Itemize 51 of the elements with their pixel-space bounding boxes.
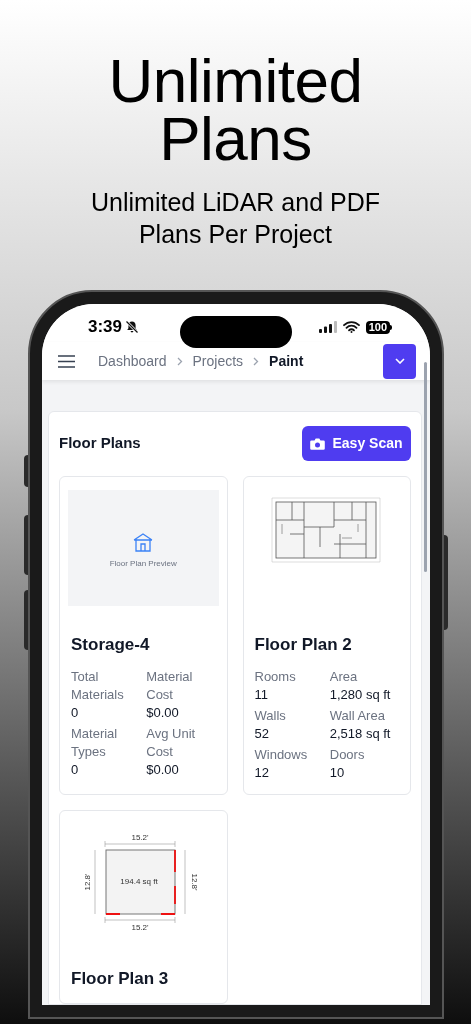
stat-label: Windows (254, 745, 309, 764)
stat-label: Material Cost (146, 667, 194, 704)
stat-value: 1,280 sq ft (329, 685, 392, 704)
bell-slash-icon (125, 320, 140, 335)
section-title: Floor Plans (59, 433, 141, 454)
area-label: 194.4 sq ft (120, 876, 158, 886)
stat-value: 2,518 sq ft (329, 724, 392, 743)
stat-value: 0 (71, 703, 80, 722)
camera-icon (310, 437, 326, 450)
headline: Unlimited Plans (107, 52, 364, 168)
floor-plan-card[interactable]: 15.2' 15.2' 12.8' 12.8' 194.4 sq ft Floor Plan 3 (59, 809, 228, 1004)
house-icon (133, 532, 154, 552)
breadcrumb-link[interactable]: Paint (269, 350, 304, 372)
dropdown-button[interactable] (383, 343, 416, 379)
stat-value: 0 (71, 760, 80, 779)
signal-icon (318, 321, 337, 334)
dimension-label: 15.2' (131, 922, 149, 932)
wifi-icon (342, 321, 360, 334)
stat-label: Area (329, 667, 359, 686)
status-time: 3:39 (88, 316, 123, 339)
stat-label: Wall Area (329, 706, 386, 725)
stat-value: 52 (254, 724, 270, 743)
stat-label: Material Types (71, 724, 119, 761)
stat-label: Avg Unit Cost (146, 724, 197, 761)
stat-value: 10 (329, 763, 346, 782)
plan-title: Floor Plan 2 (253, 634, 353, 656)
stat-label: Total Materials (71, 667, 125, 704)
battery-indicator: 100 (365, 320, 392, 334)
easy-scan-button[interactable]: Easy Scan (302, 426, 411, 461)
chevron-right-icon (176, 356, 183, 366)
dimension-label: 15.2' (131, 832, 149, 842)
dimension-label: 12.8' (83, 872, 93, 891)
plan-title: Storage-4 (70, 634, 151, 656)
stat-value: $0.00 (146, 760, 180, 779)
breadcrumb-link[interactable]: Dashboard (98, 350, 167, 372)
preview-label: Floor Plan Preview (109, 557, 177, 570)
dimension-label: 12.8' (190, 872, 200, 891)
menu-icon[interactable] (58, 354, 75, 368)
subheadline: Unlimited LiDAR and PDF Plans Per Project (90, 187, 381, 250)
breadcrumb-link[interactable]: Projects (192, 350, 244, 372)
stat-label: Rooms (254, 667, 297, 686)
chevron-down-icon (394, 358, 405, 365)
plan-title: Floor Plan 3 (70, 967, 170, 990)
floor-plan-card[interactable]: Floor Plan Preview Storage-4 Total Materials 0 Material Cost $0.00 Material Types 0 Avg Unit Cost $0.00 (59, 476, 228, 795)
chevron-right-icon (253, 356, 260, 366)
stat-value: 11 (254, 685, 269, 704)
stat-value: $0.00 (146, 703, 180, 722)
stat-label: Doors (329, 745, 366, 764)
stat-label: Walls (254, 706, 287, 725)
floor-plan-card[interactable]: Floor Plan 2 Rooms 11 Area 1,280 sq ft Walls 52 Wall Area 2,518 sq ft Windows 12 Doors 10 (242, 476, 411, 795)
stat-value: 12 (254, 763, 270, 782)
